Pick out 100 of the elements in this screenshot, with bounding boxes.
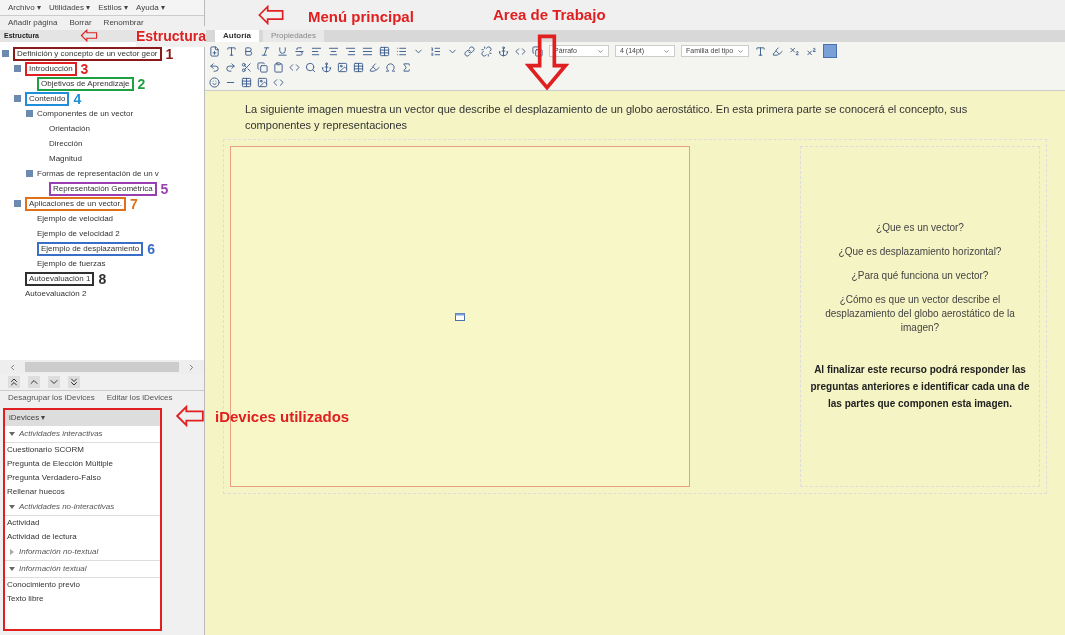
tree-item[interactable]: Ejemplo de velocidad [37, 212, 114, 225]
menu-item[interactable]: Utilidades ▾ [48, 1, 91, 14]
scroll-left-icon[interactable] [8, 362, 17, 372]
tree-item[interactable]: Ejemplo de fuerzas [37, 257, 106, 270]
toolbar-icon[interactable] [209, 45, 220, 57]
callout-number: 4 [73, 91, 82, 106]
idevice-item[interactable]: Actividad de lectura [5, 530, 160, 544]
question-text: ¿Para qué funciona un vector? [851, 269, 989, 283]
tree-item[interactable]: Autoevaluación 2 [25, 287, 87, 300]
toolbar-icon[interactable] [328, 45, 339, 57]
toolbar-icon[interactable] [385, 61, 396, 73]
caret-icon [737, 47, 745, 55]
toolbar-icon[interactable] [345, 45, 356, 57]
tree-item[interactable]: Introducción [25, 61, 77, 76]
tree-item[interactable]: Contenido [25, 91, 70, 106]
group-header[interactable]: Actividades no-interactivas [19, 501, 115, 513]
menu-item[interactable]: Ayuda ▾ [136, 1, 165, 14]
toolbar-icon[interactable] [277, 45, 288, 57]
idevice-item[interactable]: Actividad [5, 516, 160, 530]
toolbar-icon[interactable] [337, 61, 348, 73]
toolbar-icon[interactable] [532, 45, 543, 57]
callout-number: 1 [165, 46, 174, 61]
outline-button[interactable]: Borrar [69, 17, 92, 29]
idevice-button[interactable]: Desagrupar los iDevices [8, 391, 95, 404]
toolbar-icon[interactable] [464, 45, 475, 57]
toolbar-icon[interactable] [362, 45, 373, 57]
toolbar-icon[interactable] [225, 61, 236, 73]
idevice-item[interactable]: Rellenar huecos [5, 485, 160, 499]
expanded-icon[interactable] [9, 431, 15, 437]
group-header[interactable]: Actividades interactivas [19, 428, 103, 440]
toolbar-icon[interactable] [209, 76, 220, 88]
toolbar-icon[interactable] [396, 45, 407, 57]
toolbar-icon[interactable] [755, 45, 767, 57]
tree-item[interactable]: Aplicaciones de un vector. [25, 196, 126, 211]
toolbar-icon[interactable] [226, 45, 237, 57]
tree-item[interactable]: Magnitud [49, 152, 82, 165]
outline-button[interactable]: Renombrar [103, 17, 144, 29]
question-text: ¿Que es desplazamiento horizontal? [838, 245, 1002, 259]
toolbar-icon[interactable] [209, 61, 220, 73]
collapsed-icon[interactable] [9, 549, 15, 555]
question-text: ¿Cómo es que un vector describe el desplazamiento del globo aerostático de la imagen? [824, 293, 1016, 335]
tab[interactable]: Autoría [215, 30, 259, 42]
group-header[interactable]: Información textual [19, 563, 87, 575]
outline-button[interactable]: Añadir página [8, 17, 58, 29]
tree-item[interactable]: Orientación [49, 122, 90, 135]
tree-item[interactable]: Objetivos de Aprendizaje [37, 76, 134, 91]
callout-number: 3 [80, 61, 89, 76]
tree-item[interactable]: Componentes de un vector [37, 107, 134, 120]
move-icon[interactable] [8, 376, 20, 388]
tree-item[interactable]: Ejemplo de velocidad 2 [37, 227, 120, 240]
expanded-icon[interactable] [9, 504, 15, 510]
expanded-icon[interactable] [9, 566, 15, 572]
toolbar-icon[interactable] [273, 61, 284, 73]
toolbar-icon[interactable] [311, 45, 322, 57]
callout-number: 6 [147, 241, 156, 256]
tree-item[interactable]: Representación Geométrica [49, 181, 157, 196]
toolbar-icon[interactable] [481, 45, 492, 57]
toolbar-icon[interactable] [241, 61, 252, 73]
group-header[interactable]: Información no-textual [19, 546, 99, 558]
tree-item[interactable]: Autoevaluación 1 [25, 271, 95, 286]
tree-item[interactable]: Definición y concepto de un vector geor [13, 46, 162, 61]
idevice-item[interactable]: Pregunta de Elección Múltiple [5, 457, 160, 471]
callout-number: 8 [98, 271, 107, 286]
menu-item[interactable]: Estilos ▾ [98, 1, 129, 14]
toolbar-icon[interactable] [257, 61, 268, 73]
goal-text: Al finalizar este recurso podrá responder las preguntas anteriores e identificar cada una de las partes que componen esta imagen. [809, 363, 1031, 411]
toolbar-icon[interactable] [369, 61, 380, 73]
caret-icon [663, 47, 670, 55]
idevice-item[interactable]: Pregunta Verdadero-Falso [5, 471, 160, 485]
idevice-item[interactable]: Cuestionario SCORM [5, 443, 160, 457]
idevice-button[interactable]: Editar los iDevices [106, 391, 173, 404]
toolbar-icon[interactable] [321, 61, 332, 73]
panel-title: iDevices ▾ [9, 412, 46, 424]
scroll-right-icon[interactable] [187, 362, 196, 372]
toolbar-icon[interactable] [241, 76, 252, 88]
toolbar-icon[interactable] [294, 45, 305, 57]
move-icon[interactable] [68, 376, 80, 388]
annotation-label: iDevices utilizados [215, 407, 350, 427]
toolbar-icon[interactable] [430, 45, 441, 57]
toolbar-icon[interactable] [379, 45, 390, 57]
toolbar-icon[interactable] [789, 45, 801, 57]
toolbar-icon[interactable] [305, 61, 316, 73]
menu-item[interactable]: Archivo ▾ [8, 1, 41, 14]
fullscreen-icon[interactable] [823, 44, 838, 58]
idevice-item[interactable]: Texto libre [5, 592, 160, 606]
toolbar-icon[interactable] [353, 61, 364, 73]
annotation-label: Menú principal [308, 7, 414, 27]
toolbar-icon[interactable] [257, 76, 268, 88]
toolbar-icon[interactable] [260, 45, 271, 57]
toolbar-icon[interactable] [401, 61, 412, 73]
toolbar-icon[interactable] [498, 45, 509, 57]
idevice-item[interactable]: Conocimiento previo [5, 578, 160, 592]
horizontal-scrollbar[interactable] [25, 362, 179, 372]
tree-item[interactable]: Ejemplo de desplazamiento [37, 241, 144, 256]
toolbar-icon[interactable] [243, 45, 254, 57]
toolbar-icon[interactable] [772, 45, 784, 57]
tree-item[interactable]: Formas de representación de un v [37, 167, 159, 180]
caret-icon [597, 47, 604, 55]
toolbar-icon[interactable] [806, 45, 818, 57]
tree-item[interactable]: Dirección [49, 137, 83, 150]
